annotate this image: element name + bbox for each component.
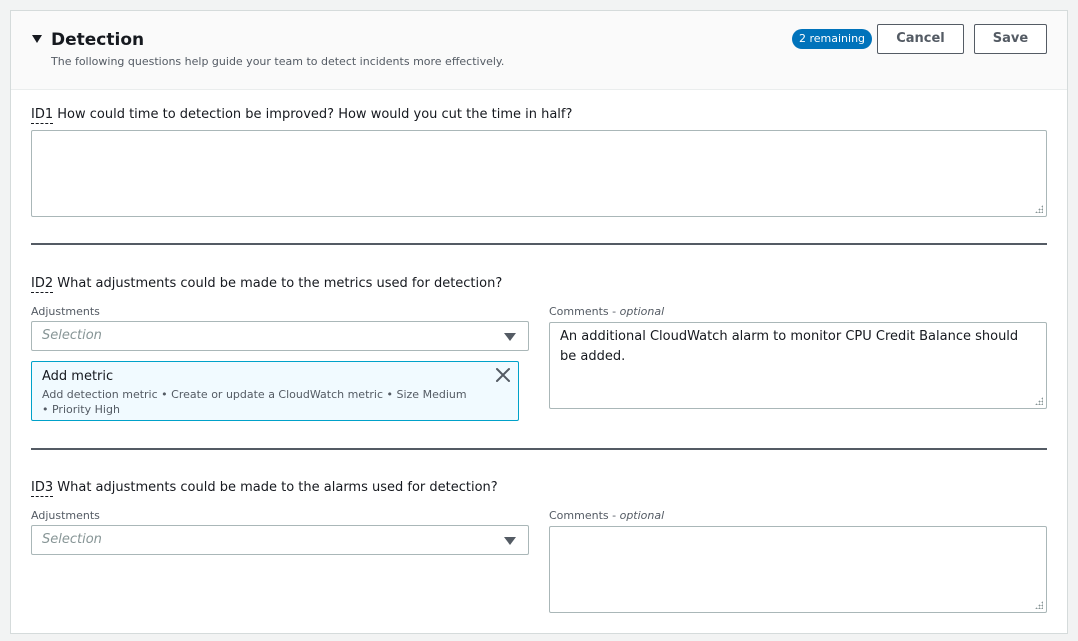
- panel-title[interactable]: Detection: [51, 29, 144, 51]
- question-id-label[interactable]: ID3: [31, 480, 54, 497]
- caret-down-icon: [504, 333, 516, 341]
- select-placeholder: Selection: [42, 328, 102, 343]
- cancel-button[interactable]: Cancel: [877, 24, 964, 54]
- token-title: Add metric: [42, 369, 114, 384]
- section-divider: [31, 448, 1047, 450]
- comments-label-text: Comments: [549, 305, 609, 318]
- optional-label: optional: [619, 509, 665, 522]
- id2-adjustments-select[interactable]: Selection: [31, 321, 529, 351]
- select-placeholder: Selection: [42, 532, 102, 547]
- question-text: What adjustments could be made to the al…: [53, 480, 498, 495]
- id3-adjustments-select[interactable]: Selection: [31, 525, 529, 555]
- question-id1: ID1 How could time to detection be impro…: [31, 106, 572, 124]
- adjustments-label: Adjustments: [31, 305, 100, 318]
- comments-label-text: Comments: [549, 509, 609, 522]
- question-text: What adjustments could be made to the me…: [53, 276, 503, 291]
- save-button[interactable]: Save: [974, 24, 1047, 54]
- section-divider: [31, 243, 1047, 245]
- panel-subtitle: The following questions help guide your …: [51, 55, 505, 68]
- close-icon[interactable]: [494, 366, 512, 384]
- resize-grip-icon[interactable]: [1035, 205, 1043, 213]
- resize-grip-icon[interactable]: [1035, 601, 1043, 609]
- panel-header: Detection The following questions help g…: [11, 11, 1067, 90]
- caret-down-icon[interactable]: [32, 35, 42, 43]
- question-id2: ID2 What adjustments could be made to th…: [31, 275, 502, 293]
- selected-token: Add metric Add detection metric • Create…: [31, 361, 519, 421]
- id3-comments-textarea[interactable]: [549, 526, 1047, 613]
- question-id3: ID3 What adjustments could be made to th…: [31, 479, 498, 497]
- question-id-label[interactable]: ID1: [31, 107, 54, 124]
- caret-down-icon: [504, 537, 516, 545]
- id1-answer-textarea[interactable]: [31, 130, 1047, 217]
- remaining-badge: 2 remaining: [792, 29, 873, 49]
- adjustments-label: Adjustments: [31, 509, 100, 522]
- textarea-value: An additional CloudWatch alarm to monito…: [560, 329, 1019, 364]
- token-description: Add detection metric • Create or update …: [42, 388, 467, 416]
- optional-label: optional: [619, 305, 665, 318]
- detection-panel: Detection The following questions help g…: [10, 10, 1068, 634]
- comments-label: Comments - optional: [549, 305, 665, 318]
- id2-comments-textarea[interactable]: An additional CloudWatch alarm to monito…: [549, 322, 1047, 409]
- question-id-label[interactable]: ID2: [31, 276, 54, 293]
- resize-grip-icon[interactable]: [1035, 397, 1043, 405]
- question-text: How could time to detection be improved?…: [53, 107, 573, 122]
- comments-label: Comments - optional: [549, 509, 665, 522]
